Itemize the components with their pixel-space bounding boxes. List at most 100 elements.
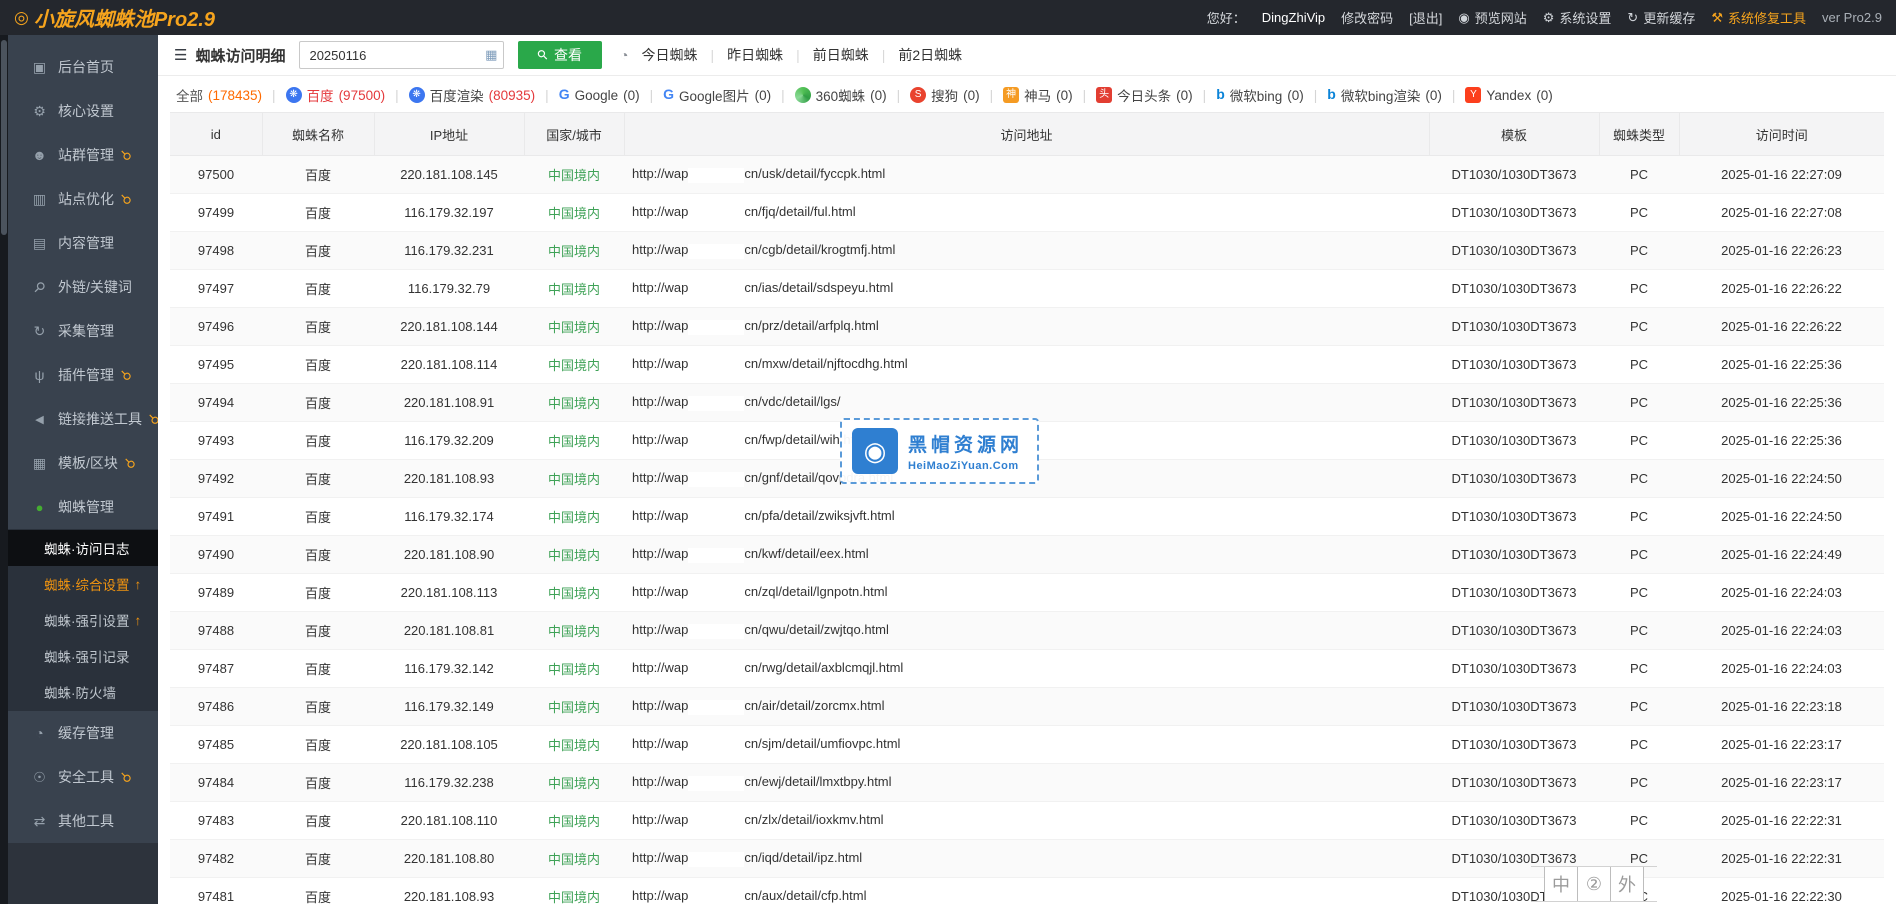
logout-link[interactable]: [退出] xyxy=(1409,8,1442,27)
separator: | xyxy=(1083,88,1087,103)
cell-region: 中国境内 xyxy=(524,840,624,878)
list-icon: ☰ xyxy=(174,46,187,64)
sidebar-item-core-settings[interactable]: ⚙核心设置 xyxy=(0,89,158,133)
filter-shenma[interactable]: 神神马(0) xyxy=(1003,85,1073,105)
top-bar: ◎ 小旋风蜘蛛池Pro2.9 您好： DingZhiVip 修改密码 [退出] … xyxy=(0,0,1896,35)
cell-ip: 116.179.32.231 xyxy=(374,232,524,270)
filter-baidu-render[interactable]: ❋百度渲染(80935) xyxy=(409,85,536,105)
sidebar-subitem-general-settings[interactable]: 蜘蛛·综合设置↑ xyxy=(0,566,158,602)
filter-toutiao[interactable]: 头今日头条(0) xyxy=(1096,85,1193,105)
spider-visit-table: id 蜘蛛名称 IP地址 国家/城市 访问地址 模板 蜘蛛类型 访问时间 975… xyxy=(170,112,1884,904)
sidebar-item-site-group[interactable]: ☻站群管理⚲ xyxy=(0,133,158,177)
url-prefix: http://wap xyxy=(632,470,688,485)
separator: | xyxy=(272,88,276,103)
sidebar-scrollbar-thumb[interactable] xyxy=(1,40,7,235)
cell-spider-name: 百度 xyxy=(262,726,374,764)
preview-site-link[interactable]: ◉ 预览网站 xyxy=(1458,8,1526,27)
sidebar-item-label: 外链/关键词 xyxy=(58,277,132,297)
cell-id: 97498 xyxy=(170,232,262,270)
filter-google-image[interactable]: GGoogle图片(0) xyxy=(663,85,771,105)
day-link-3[interactable]: 前2日蜘蛛 xyxy=(898,45,962,65)
filter-label: 微软bing渲染 xyxy=(1341,85,1421,105)
cell-visit-time: 2025-01-16 22:22:31 xyxy=(1679,802,1884,840)
sidebar-item-security[interactable]: ☉安全工具⚲ xyxy=(0,755,158,799)
bing-icon: b xyxy=(1216,87,1225,103)
cell-visit-time: 2025-01-16 22:24:49 xyxy=(1679,536,1884,574)
system-settings-link[interactable]: ⚙ 系统设置 xyxy=(1543,8,1612,27)
sidebar-item-other-tools[interactable]: ⇄其他工具 xyxy=(0,799,158,843)
cell-region: 中国境内 xyxy=(524,536,624,574)
table-row: 97498百度116.179.32.231中国境内http://wapcn/cg… xyxy=(170,232,1884,270)
pin-icon: ⚲ xyxy=(117,190,135,208)
censored-domain xyxy=(688,662,744,677)
filter-all[interactable]: 全部(178435) xyxy=(176,85,262,105)
table-header-row: id 蜘蛛名称 IP地址 国家/城市 访问地址 模板 蜘蛛类型 访问时间 xyxy=(170,113,1884,156)
separator: | xyxy=(545,88,549,103)
cell-spider-name: 百度 xyxy=(262,156,374,194)
watermark-text: 黑帽资源网 HeiMaoZiYuan.Com xyxy=(908,430,1023,472)
day-link-0[interactable]: 今日蜘蛛 xyxy=(641,45,697,65)
cell-ip: 220.181.108.93 xyxy=(374,878,524,904)
cell-spider-type: PC xyxy=(1599,802,1679,840)
cell-ip: 116.179.32.79 xyxy=(374,270,524,308)
page-title: ☰ 蜘蛛访问明细 xyxy=(174,45,285,66)
sidebar-item-content[interactable]: ▤内容管理 xyxy=(0,221,158,265)
cell-visit-time: 2025-01-16 22:23:18 xyxy=(1679,688,1884,726)
cell-id: 97491 xyxy=(170,498,262,536)
filter-360[interactable]: 360蜘蛛(0) xyxy=(795,85,887,105)
sidebar-scrollbar[interactable] xyxy=(0,35,8,904)
cell-spider-name: 百度 xyxy=(262,802,374,840)
sogou-icon: S xyxy=(910,87,926,103)
col-header-region: 国家/城市 xyxy=(524,113,624,156)
cell-spider-type: PC xyxy=(1599,688,1679,726)
sidebar-item-link-push[interactable]: ◀链接推送工具⚲ xyxy=(0,397,158,441)
filter-yandex[interactable]: YYandex(0) xyxy=(1465,87,1552,103)
filter-baidu[interactable]: ❋百度(97500) xyxy=(286,85,386,105)
sidebar-item-label: 后台首页 xyxy=(58,57,114,77)
change-password-link[interactable]: 修改密码 xyxy=(1341,8,1393,27)
sidebar-subitem-firewall[interactable]: 蜘蛛·防火墙 xyxy=(0,674,158,710)
repair-tool-link[interactable]: ⚒ 系统修复工具 xyxy=(1711,8,1806,27)
sidebar-item-templates[interactable]: ▦模板/区块⚲ xyxy=(0,441,158,485)
censored-domain xyxy=(688,320,744,335)
separator: | xyxy=(1314,88,1318,103)
date-input[interactable] xyxy=(299,41,504,69)
censored-domain xyxy=(688,586,744,601)
cell-visit-url: http://wapcn/cgb/detail/krogtmfj.html xyxy=(624,232,1429,270)
cell-visit-time: 2025-01-16 22:26:23 xyxy=(1679,232,1884,270)
calendar-icon[interactable]: ▦ xyxy=(485,47,497,63)
sidebar-subitem-visit-log[interactable]: 蜘蛛·访问日志 xyxy=(0,530,158,566)
col-header-visit-time: 访问时间 xyxy=(1679,113,1884,156)
cell-spider-name: 百度 xyxy=(262,346,374,384)
shuffle-icon: ⇄ xyxy=(30,813,49,830)
sidebar-item-spider[interactable]: ●蜘蛛管理 xyxy=(0,485,158,529)
spider-icon: ● xyxy=(30,500,49,515)
sidebar-subitem-force-records[interactable]: 蜘蛛·强引记录 xyxy=(0,638,158,674)
sidebar-item-label: 安全工具 xyxy=(58,767,114,787)
cell-id: 97499 xyxy=(170,194,262,232)
cell-region: 中国境内 xyxy=(524,156,624,194)
filter-bing[interactable]: b微软bing(0) xyxy=(1216,85,1304,105)
filter-label: 今日头条 xyxy=(1117,85,1171,105)
sidebar-item-collect[interactable]: ↻采集管理 xyxy=(0,309,158,353)
table-body: 97500百度220.181.108.145中国境内http://wapcn/u… xyxy=(170,156,1884,904)
sidebar-item-links-keywords[interactable]: ⚲外链/关键词 xyxy=(0,265,158,309)
sidebar-item-site-optimize[interactable]: ▥站点优化⚲ xyxy=(0,177,158,221)
sidebar-item-plugins[interactable]: ψ插件管理⚲ xyxy=(0,353,158,397)
day-link-2[interactable]: 前日蜘蛛 xyxy=(813,45,869,65)
cell-ip: 220.181.108.90 xyxy=(374,536,524,574)
url-prefix: http://wap xyxy=(632,394,688,409)
sidebar-item-cache[interactable]: ◔缓存管理 xyxy=(0,711,158,755)
watermark-box: ◉ 黑帽资源网 HeiMaoZiYuan.Com xyxy=(840,418,1039,484)
bing-icon: b xyxy=(1327,87,1336,103)
filter-sogou[interactable]: S搜狗(0) xyxy=(910,85,980,105)
day-link-1[interactable]: 昨日蜘蛛 xyxy=(727,45,783,65)
sidebar-item-home[interactable]: ▣后台首页 xyxy=(0,45,158,89)
update-cache-link[interactable]: ↻ 更新缓存 xyxy=(1627,8,1695,27)
view-button[interactable]: ⚲ 查看 xyxy=(518,41,602,69)
sidebar-subitem-force-settings[interactable]: 蜘蛛·强引设置↑ xyxy=(0,602,158,638)
sidebar-subitem-label: 蜘蛛·强引记录 xyxy=(44,646,130,666)
filter-bing-render[interactable]: b微软bing渲染(0) xyxy=(1327,85,1442,105)
filter-google[interactable]: GGoogle(0) xyxy=(559,87,640,103)
censored-domain xyxy=(688,510,744,525)
